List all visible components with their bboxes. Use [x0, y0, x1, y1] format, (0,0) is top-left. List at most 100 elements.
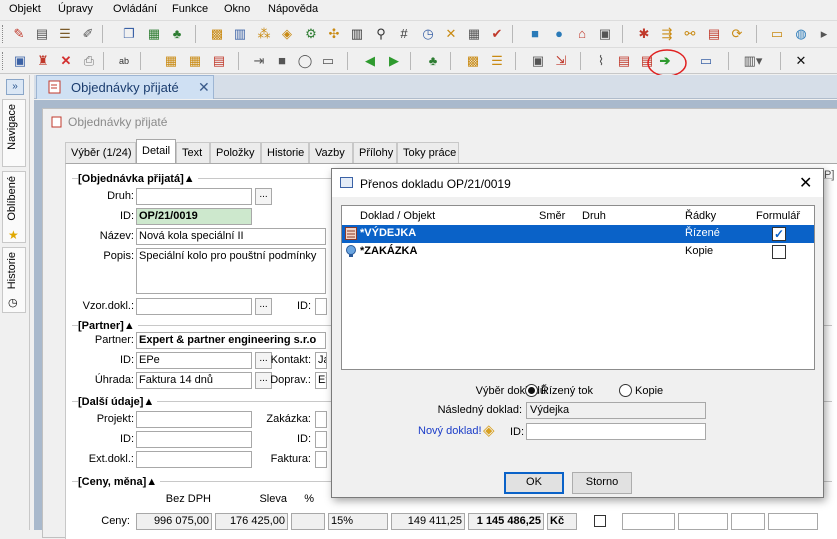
storno-button[interactable]: Storno	[572, 472, 632, 494]
cube-icon[interactable]: ■	[526, 25, 544, 43]
druh-lookup-button[interactable]: ...	[255, 188, 272, 205]
projekt-field[interactable]	[136, 411, 252, 428]
dph-field[interactable]: 149 411,25	[391, 513, 465, 530]
document-tab[interactable]: Objednávky přijaté ✕	[36, 75, 214, 99]
tab-oblibene[interactable]: ★ Oblíbené	[2, 171, 26, 243]
menu-objekt[interactable]: Objekt	[9, 3, 41, 15]
col-druh[interactable]: Druh	[582, 210, 606, 222]
pdf-icon[interactable]: ▤	[615, 52, 633, 70]
extra-field-4[interactable]	[768, 513, 818, 530]
col-formular[interactable]: Formulář	[756, 210, 800, 222]
preview-icon[interactable]: ▣	[529, 52, 547, 70]
doprava-field[interactable]: Ex	[315, 372, 327, 389]
table-row[interactable]: *ZAKÁZKA Kopie	[342, 243, 814, 261]
attach-icon[interactable]: ▭	[319, 52, 337, 70]
calendar-icon[interactable]: ▣	[596, 25, 614, 43]
faktura-field[interactable]	[315, 451, 327, 468]
arrow-left-icon[interactable]: ◀	[361, 52, 379, 70]
copy-icon[interactable]: ❐	[120, 25, 138, 43]
stamp-icon[interactable]: ♜	[34, 52, 52, 70]
row-formular-checkbox[interactable]	[772, 245, 786, 259]
clock-icon[interactable]: ◷	[419, 25, 437, 43]
tab-toky-prace[interactable]: Toky práce	[397, 142, 459, 163]
tab-text[interactable]: Text	[176, 142, 210, 163]
calculator-icon[interactable]: ▦	[465, 25, 483, 43]
printer-icon[interactable]: ⎙	[80, 52, 98, 70]
window-icon[interactable]: ▭	[697, 52, 715, 70]
ok-button[interactable]: OK	[504, 472, 564, 494]
extdokl-field[interactable]	[136, 451, 252, 468]
comment-icon[interactable]: ◯	[296, 52, 314, 70]
binoculars-icon[interactable]: ⚲	[372, 25, 390, 43]
other-id-field[interactable]	[136, 431, 252, 448]
table-remove-icon[interactable]: ▤	[210, 52, 228, 70]
tab-close-icon[interactable]: ✕	[198, 79, 210, 96]
nasledny-field[interactable]: Výdejka	[526, 402, 706, 419]
package-icon[interactable]: ◈	[278, 25, 296, 43]
tab-vazby[interactable]: Vazby	[309, 142, 353, 163]
more-icon[interactable]: ▸	[815, 25, 833, 43]
toolbar-grip[interactable]	[2, 25, 4, 43]
id-field[interactable]: OP/21/0019	[136, 208, 252, 225]
blocks-edit-icon[interactable]: ▩	[464, 52, 482, 70]
checklist-icon[interactable]: ✎	[10, 25, 28, 43]
expand-panel-icon[interactable]: »	[6, 79, 24, 95]
tab-historie[interactable]: ◷ Historie	[2, 247, 26, 313]
new-id-field[interactable]	[526, 423, 706, 440]
globe-icon[interactable]: ●	[550, 25, 568, 43]
tab-detail[interactable]: Detail	[136, 139, 176, 164]
folder-icon[interactable]: ▭	[768, 25, 786, 43]
spellcheck-icon[interactable]: ab	[115, 52, 133, 70]
home-icon[interactable]: ⌂	[573, 25, 591, 43]
vzor-field[interactable]	[136, 298, 252, 315]
flow-icon[interactable]: ⇶	[658, 25, 676, 43]
menu-funkce[interactable]: Funkce	[172, 3, 208, 15]
edit-icon[interactable]: ✐	[79, 25, 97, 43]
arrow-right-icon[interactable]: ▶	[385, 52, 403, 70]
layout-dropdown-icon[interactable]: ▥▾	[740, 52, 766, 70]
nazev-field[interactable]: Nová kola speciální II	[136, 228, 326, 245]
org-icon[interactable]: ⁂	[255, 25, 273, 43]
tree-icon[interactable]: ♣	[168, 25, 186, 43]
export-icon[interactable]: ⇲	[552, 52, 570, 70]
tab-prilohy[interactable]: Přílohy	[353, 142, 397, 163]
dialog-close-icon[interactable]: ✕	[799, 173, 812, 193]
total-field[interactable]: 1 145 486,25	[468, 513, 544, 530]
currency-field[interactable]: Kč	[547, 513, 577, 530]
tab-vyber[interactable]: Výběr (1/24)	[65, 142, 136, 163]
grid-icon[interactable]: ▦	[145, 25, 163, 43]
menu-napoveda[interactable]: Nápověda	[268, 3, 318, 15]
radio-rizeny-tok[interactable]	[525, 384, 538, 397]
tab-polozky[interactable]: Položky	[210, 142, 261, 163]
chain-icon[interactable]: ⚯	[681, 25, 699, 43]
radio-kopie[interactable]	[619, 384, 632, 397]
col-doklad[interactable]: Doklad / Objekt	[360, 210, 435, 222]
save-icon[interactable]: ▣	[11, 52, 29, 70]
prices-checkbox[interactable]	[594, 515, 606, 527]
vzor-lookup-button[interactable]: ...	[255, 298, 272, 315]
bezdph-field[interactable]: 996 075,00	[136, 513, 212, 530]
import-icon[interactable]: ⇥	[250, 52, 268, 70]
menu-upravy[interactable]: Úpravy	[58, 3, 93, 15]
stop-icon[interactable]: ■	[273, 52, 291, 70]
numbers-icon[interactable]: #	[395, 25, 413, 43]
document-icon[interactable]: ▤	[33, 25, 51, 43]
other-section-heading[interactable]: [Další údaje]▲	[78, 396, 158, 408]
col-radky[interactable]: Řádky	[685, 210, 716, 222]
tools-icon[interactable]: ✕	[442, 25, 460, 43]
close-icon[interactable]: ✕	[792, 52, 810, 70]
row-formular-checkbox[interactable]: ✓	[772, 227, 786, 241]
col-smer[interactable]: Směr	[539, 210, 565, 222]
stack-icon[interactable]: ☰	[488, 52, 506, 70]
tree-view-icon[interactable]: ♣	[424, 52, 442, 70]
popis-field[interactable]: Speciální kolo pro pouštní podmínky	[136, 248, 326, 294]
tab-navigace[interactable]: Navigace	[2, 99, 26, 167]
pct-blank-field[interactable]	[291, 513, 325, 530]
toolbar-grip[interactable]	[2, 52, 4, 70]
tab-historie-form[interactable]: Historie	[261, 142, 309, 163]
list-icon[interactable]: ☰	[56, 25, 74, 43]
checkmark-icon[interactable]: ✔	[488, 25, 506, 43]
partner-section-heading[interactable]: [Partner]▲	[78, 320, 138, 332]
blocks-icon[interactable]: ▩	[208, 25, 226, 43]
report-icon[interactable]: ▤	[705, 25, 723, 43]
